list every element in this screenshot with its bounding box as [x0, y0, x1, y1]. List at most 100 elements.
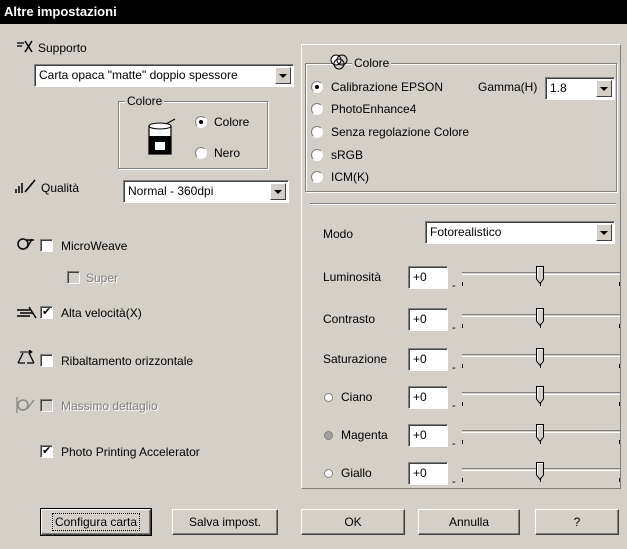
photo-printing-label[interactable]: Photo Printing Accelerator: [61, 445, 200, 459]
slider-value-field[interactable]: +0: [408, 308, 448, 331]
microweave-label[interactable]: MicroWeave: [61, 239, 127, 253]
slider-tick: [462, 364, 463, 368]
slider-tick: [540, 324, 541, 328]
slider-tick: [462, 324, 463, 328]
slider-min-label: -: [452, 400, 456, 412]
super-checkbox[interactable]: [67, 271, 80, 284]
slider-tick: [462, 440, 463, 444]
slider-value-field[interactable]: +0: [408, 386, 448, 409]
annulla-label: Annulla: [448, 515, 490, 529]
annulla-button[interactable]: Annulla: [418, 509, 520, 535]
adjustment-slider[interactable]: -+: [452, 266, 626, 296]
radio-senza-regolazione-label[interactable]: Senza regolazione Colore: [331, 125, 469, 139]
slider-tick: [619, 402, 620, 406]
slider-min-label: -: [452, 476, 456, 488]
salva-impost-button[interactable]: Salva impost.: [172, 509, 278, 535]
modo-dropdown-arrow[interactable]: [596, 224, 612, 241]
ink-cartridge-icon: [148, 118, 176, 155]
adjustment-slider[interactable]: -+: [452, 308, 626, 338]
slider-tick: [619, 440, 620, 444]
radio-calibrazione-epson-label[interactable]: Calibrazione EPSON: [331, 80, 443, 94]
radio-srgb-label[interactable]: sRGB: [331, 148, 363, 162]
slider-value-field[interactable]: +0: [408, 266, 448, 289]
adjustment-slider[interactable]: -+: [452, 348, 626, 378]
adjustment-slider[interactable]: -+: [452, 424, 626, 454]
slider-value: +0: [413, 390, 427, 404]
alta-velocita-label[interactable]: Alta velocità(X): [61, 306, 142, 320]
supporto-dropdown-arrow[interactable]: [275, 67, 291, 84]
radio-calibrazione-epson[interactable]: [311, 81, 323, 93]
adjustment-slider[interactable]: -+: [452, 462, 626, 492]
slider-min-label: -: [452, 322, 456, 334]
radio-photoenhance[interactable]: [311, 103, 323, 115]
radio-nero-label[interactable]: Nero: [214, 146, 240, 160]
modo-label: Modo: [323, 227, 354, 241]
radio-icm[interactable]: [311, 171, 323, 183]
radio-nero[interactable]: [195, 147, 207, 159]
help-button[interactable]: ?: [535, 509, 619, 535]
radio-senza-regolazione[interactable]: [311, 126, 323, 138]
qualita-select[interactable]: Normal - 360dpi: [123, 180, 289, 203]
paper-icon: [17, 40, 33, 53]
colore-groupbox: [118, 101, 268, 169]
slider-value: +0: [413, 312, 427, 326]
supporto-select[interactable]: Carta opaca "matte" doppio spessore: [34, 64, 294, 87]
slider-tick: [540, 364, 541, 368]
microweave-checkbox[interactable]: [40, 239, 53, 252]
flip-horizontal-icon: [17, 350, 35, 364]
panel-separator: [310, 203, 616, 205]
gamma-dropdown-arrow[interactable]: [596, 80, 612, 97]
massimo-dettaglio-checkbox[interactable]: [40, 399, 53, 412]
slider-tick: [540, 478, 541, 482]
slider-value: +0: [413, 270, 427, 284]
modo-value: Fotorealistico: [430, 225, 502, 239]
slider-label: Ciano: [341, 390, 373, 404]
slider-value: +0: [413, 466, 427, 480]
radio-icm-label[interactable]: ICM(K): [331, 170, 369, 184]
slider-label: Magenta: [341, 428, 388, 442]
color-dot-icon: [324, 393, 333, 402]
check-mark-icon: ✔: [42, 445, 52, 457]
qualita-value: Normal - 360dpi: [128, 184, 214, 198]
ribaltamento-label[interactable]: Ribaltamento orizzontale: [61, 354, 193, 368]
salva-impost-label: Salva impost.: [188, 515, 262, 529]
adjustment-slider[interactable]: -+: [452, 386, 626, 416]
slider-min-label: -: [452, 362, 456, 374]
color-dot-icon: [324, 469, 333, 478]
super-label: Super: [86, 271, 119, 285]
slider-tick: [462, 282, 463, 286]
slider-label: Giallo: [341, 466, 372, 480]
dialog-window: Altre impostazioni Supporto Carta opaca …: [0, 0, 627, 549]
slider-value: +0: [413, 352, 427, 366]
ok-label: OK: [344, 515, 362, 529]
configura-carta-button[interactable]: Configura carta: [40, 508, 152, 536]
colore-group-title: Colore: [125, 94, 165, 108]
high-speed-icon: [17, 306, 37, 319]
slider-label: Saturazione: [323, 352, 388, 366]
slider-tick: [462, 402, 463, 406]
gamma-label: Gamma(H): [478, 80, 538, 94]
slider-value-field[interactable]: +0: [408, 424, 448, 447]
radio-srgb[interactable]: [311, 149, 323, 161]
configura-carta-label: Configura carta: [51, 513, 141, 531]
radio-colore[interactable]: [195, 116, 207, 128]
qualita-dropdown-arrow[interactable]: [270, 183, 286, 200]
quality-icon: [15, 179, 36, 193]
slider-min-label: -: [452, 438, 456, 450]
modo-select[interactable]: Fotorealistico: [425, 221, 615, 244]
gamma-select[interactable]: 1.8: [545, 77, 615, 100]
ok-button[interactable]: OK: [301, 509, 405, 535]
slider-value: +0: [413, 428, 427, 442]
slider-label: Luminosità: [323, 270, 382, 284]
alta-velocita-checkbox[interactable]: ✔: [40, 306, 53, 319]
slider-tick: [540, 440, 541, 444]
radio-colore-label[interactable]: Colore: [214, 115, 249, 129]
massimo-dettaglio-label: Massimo dettaglio: [61, 399, 158, 413]
slider-value-field[interactable]: +0: [408, 348, 448, 371]
ribaltamento-checkbox[interactable]: [40, 354, 53, 367]
radio-photoenhance-label[interactable]: PhotoEnhance4: [331, 102, 416, 116]
color-panel-title: Colore: [352, 56, 392, 70]
slider-value-field[interactable]: +0: [408, 462, 448, 485]
finest-detail-icon: [16, 397, 35, 413]
photo-printing-checkbox[interactable]: ✔: [40, 445, 53, 458]
